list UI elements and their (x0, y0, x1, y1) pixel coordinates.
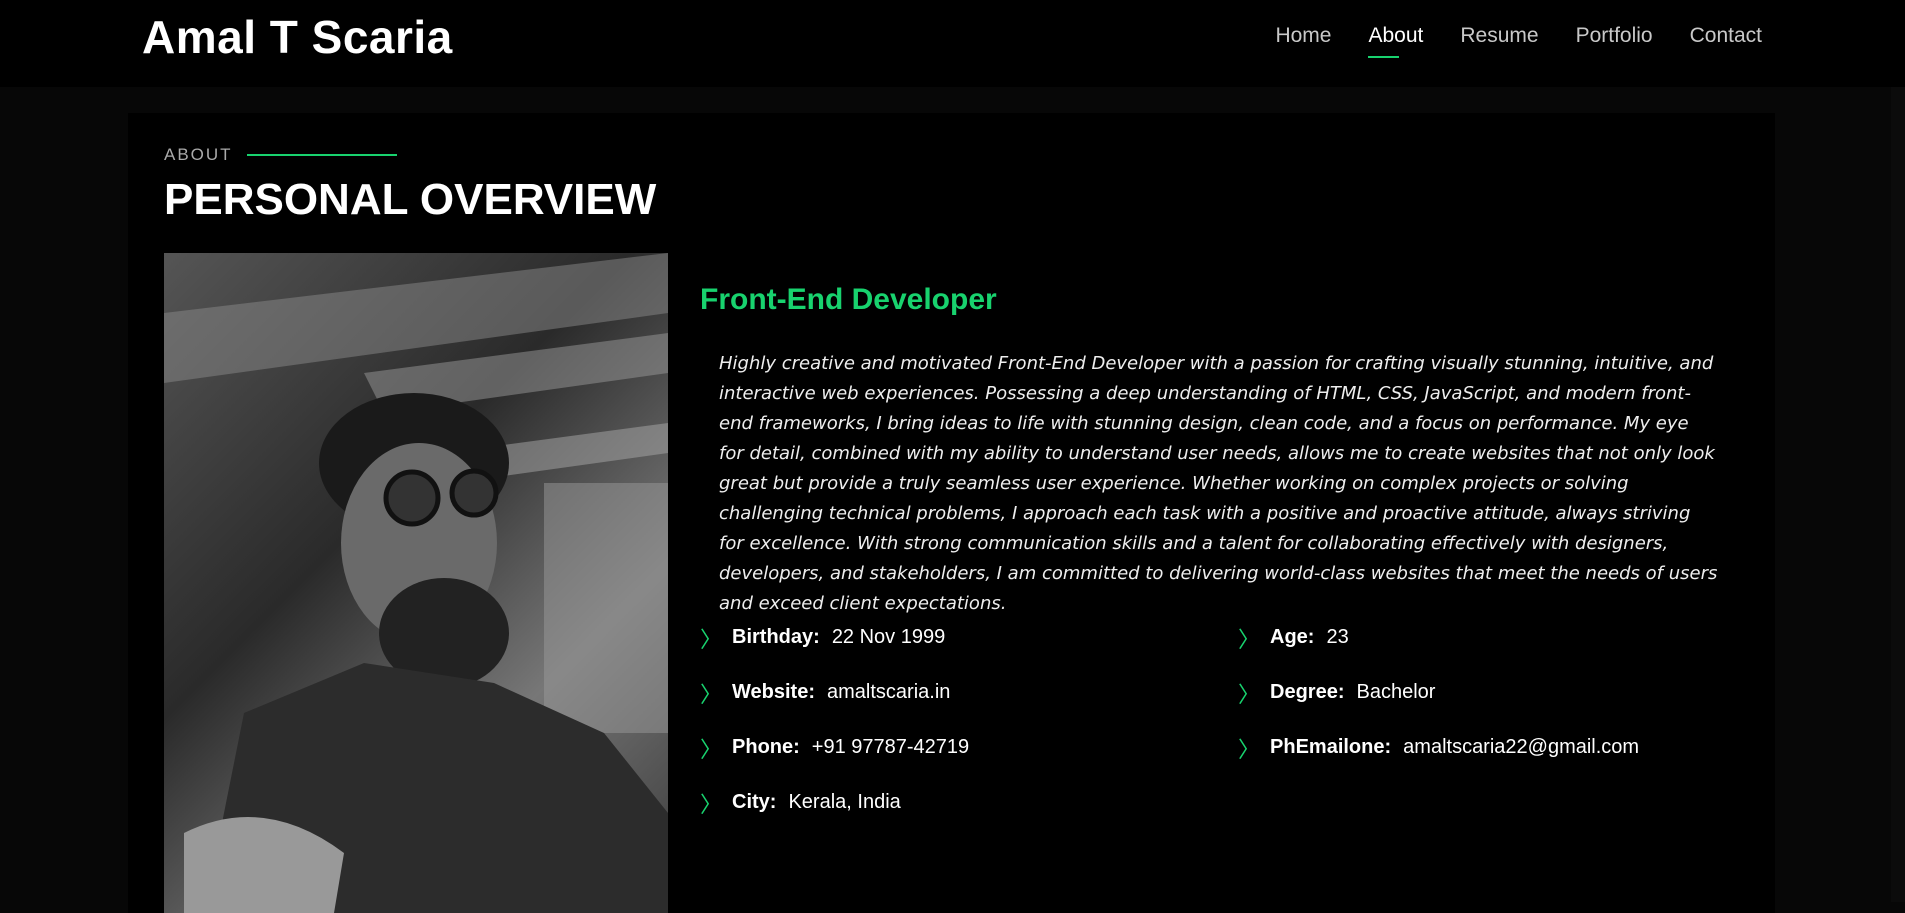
bio-text: Highly creative and motivated Front-End … (719, 353, 1718, 614)
info-label: Age: (1270, 626, 1315, 648)
info-age: 〉 Age: 23 (1238, 625, 1639, 652)
info-list-right: 〉 Age: 23 〉 Degree: Bachelor 〉 PhEmailone: ama… (1238, 625, 1640, 762)
info-value: amaltscaria.in (827, 681, 951, 703)
info-value: 22 Nov 1999 (831, 626, 946, 648)
info-label: PhEmailone: (1270, 736, 1392, 758)
info-website: 〉 Website: amaltscaria.in (700, 680, 969, 707)
profile-photo (164, 253, 668, 913)
role-title: Front-End Developer (700, 283, 997, 316)
info-city: 〉 City: Kerala, India (700, 790, 969, 817)
chevron-right-icon: 〉 (700, 736, 723, 762)
header: Amal T Scaria Home About Resume Portfoli… (0, 0, 1905, 87)
kicker-line (246, 154, 397, 156)
chevron-right-icon: 〉 (700, 791, 723, 817)
nav-portfolio[interactable]: Portfolio (1576, 24, 1653, 58)
section-kicker: ABOUT (164, 145, 397, 165)
info-value: 23 (1326, 626, 1349, 648)
chevron-right-icon: 〉 (1238, 736, 1261, 762)
info-value: +91 97787-42719 (811, 736, 970, 758)
info-label: Degree: (1270, 681, 1345, 703)
about-section: ABOUT PERSONAL OVERVIEW Front-End Develo… (128, 113, 1775, 913)
scrollbar[interactable] (1891, 87, 1905, 902)
info-phone: 〉 Phone: +91 97787-42719 (700, 735, 970, 762)
nav-resume[interactable]: Resume (1460, 24, 1538, 58)
info-email: 〉 PhEmailone: amaltscaria22@gmail.com (1238, 735, 1640, 762)
nav-contact[interactable]: Contact (1690, 24, 1762, 58)
info-label: Phone: (732, 736, 800, 758)
info-label: Birthday: (732, 626, 820, 648)
main-nav: Home About Resume Portfolio Contact (1275, 24, 1762, 58)
logo[interactable]: Amal T Scaria (142, 10, 453, 64)
chevron-right-icon: 〉 (700, 626, 723, 652)
chevron-right-icon: 〉 (1238, 681, 1261, 707)
info-value: Bachelor (1356, 681, 1436, 703)
nav-home[interactable]: Home (1275, 24, 1331, 58)
info-label: Website: (732, 681, 815, 703)
chevron-right-icon: 〉 (1238, 626, 1261, 652)
nav-about[interactable]: About (1368, 24, 1423, 58)
kicker-text: ABOUT (164, 145, 233, 164)
info-label: City: (732, 791, 777, 813)
chevron-right-icon: 〉 (700, 681, 723, 707)
info-degree: 〉 Degree: Bachelor (1238, 680, 1639, 707)
info-value: Kerala, India (788, 791, 901, 813)
info-list-left: 〉 Birthday: 22 Nov 1999 〉 Website: amaltscar… (700, 625, 970, 817)
section-title: PERSONAL OVERVIEW (164, 175, 657, 224)
info-value: amaltscaria22@gmail.com (1403, 736, 1640, 758)
info-birthday: 〉 Birthday: 22 Nov 1999 (700, 625, 969, 652)
